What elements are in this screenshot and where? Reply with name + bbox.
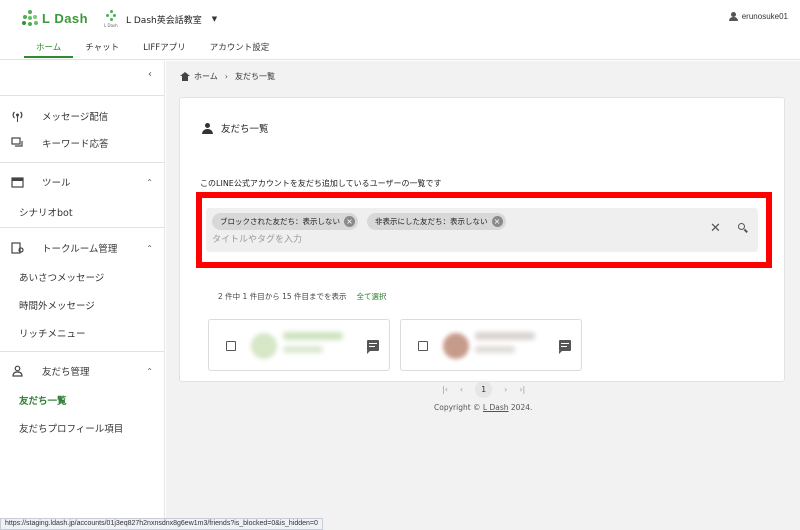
friend-card[interactable] [400, 319, 582, 371]
breadcrumb-current: 友だち一覧 [234, 72, 275, 81]
dropdown-caret-icon: ▼ [211, 15, 218, 23]
account-switcher[interactable]: L Dash L Dash英会話教室 ▼ [104, 10, 217, 28]
copyright-prefix: Copyright © [434, 403, 483, 412]
tab-chat[interactable]: チャット [73, 40, 131, 58]
chip-remove-icon[interactable]: × [344, 216, 355, 227]
chat-bubbles-icon [10, 137, 24, 149]
card-description: このLINE公式アカウントを友だち追加しているユーザーの一覧です [200, 179, 442, 188]
tab-liff[interactable]: LIFFアプリ [131, 40, 198, 58]
friend-card[interactable] [208, 319, 390, 371]
logo-mark-icon [22, 10, 38, 26]
friend-name-blurred [283, 332, 343, 340]
footer-copyright: Copyright © L Dash 2024. [434, 403, 532, 412]
toolbox-icon [10, 176, 24, 188]
home-icon [180, 72, 190, 81]
sidebar-item-label: 友だち管理 [42, 367, 90, 378]
sidebar-divider [0, 351, 165, 352]
collapse-sidebar-icon[interactable]: ‹ [148, 69, 152, 80]
filter-chip-blocked[interactable]: ブロックされた友だち：表示しない × [212, 213, 358, 230]
sidebar-subitem-offhours[interactable]: 時間外メッセージ [19, 298, 95, 312]
logo-text: L Dash [42, 10, 89, 26]
sidebar-divider [0, 227, 165, 228]
person-outline-icon [10, 365, 24, 377]
footer-link[interactable]: L Dash [483, 403, 509, 412]
username: erunosuke01 [741, 12, 788, 21]
friend-list-card: 友だち一覧 このLINE公式アカウントを友だち追加しているユーザーの一覧です ブ… [179, 97, 785, 398]
sidebar-subitem-friend-list[interactable]: 友だち一覧 [19, 393, 67, 407]
sidebar-item-label: キーワード応答 [42, 139, 109, 150]
breadcrumb: ホーム › 友だち一覧 [180, 71, 275, 82]
prev-page-icon[interactable]: ‹ [460, 385, 463, 394]
chat-icon[interactable] [367, 340, 379, 354]
friend-sub-blurred [475, 346, 515, 353]
top-nav-tabs: ホーム チャット LIFFアプリ アカウント設定 [24, 40, 281, 58]
friend-checkbox[interactable] [418, 341, 428, 351]
friend-name-blurred [475, 332, 535, 340]
account-name: L Dash英会話教室 [126, 15, 202, 26]
result-count-row: 2 件中 1 件目から 15 件目までを表示 全て選択 [218, 291, 387, 302]
sidebar-item-message[interactable]: メッセージ配信 [0, 106, 165, 126]
sidebar-item-label: トークルーム管理 [42, 244, 118, 255]
filter-chip-hidden[interactable]: 非表示にした友だち：表示しない × [367, 213, 506, 230]
sidebar: ‹ メッセージ配信 キーワード応答 ツール ⌃ シナリオbot トークルーム管理… [0, 61, 165, 530]
sidebar-item-friends[interactable]: 友だち管理 ⌃ [0, 361, 165, 381]
chevron-up-icon: ⌃ [146, 243, 153, 253]
sidebar-divider [0, 95, 165, 96]
search-input[interactable] [212, 233, 532, 247]
broadcast-icon [10, 110, 24, 122]
user-icon [728, 12, 738, 21]
first-page-icon[interactable]: |‹ [442, 385, 448, 394]
status-bar-url: https://staging.ldash.jp/accounts/01j3eq… [0, 518, 323, 530]
sidebar-item-keyword[interactable]: キーワード応答 [0, 133, 165, 153]
friend-checkbox[interactable] [226, 341, 236, 351]
result-count: 2 件中 1 件目から 15 件目までを表示 [218, 292, 347, 301]
search-icon[interactable] [736, 221, 750, 235]
sidebar-item-tools[interactable]: ツール ⌃ [0, 172, 165, 192]
next-page-icon[interactable]: › [504, 385, 507, 394]
person-icon [202, 122, 213, 134]
avatar [251, 333, 277, 359]
pagination: |‹ ‹ 1 › ›| [442, 381, 525, 398]
breadcrumb-separator-icon: › [224, 72, 228, 81]
tab-home[interactable]: ホーム [24, 40, 74, 58]
clear-icon[interactable]: ✕ [710, 221, 721, 236]
sidebar-subitem-greeting[interactable]: あいさつメッセージ [19, 270, 104, 284]
chip-label: 非表示にした友だち：表示しない [375, 217, 488, 226]
friend-sub-blurred [283, 346, 323, 353]
sidebar-subitem-friend-profile[interactable]: 友だちプロフィール項目 [19, 421, 123, 435]
ldash-logo[interactable]: L Dash [22, 10, 88, 26]
sidebar-item-label: メッセージ配信 [42, 112, 109, 123]
sidebar-item-label: ツール [42, 178, 71, 189]
search-field[interactable]: ブロックされた友だち：表示しない × 非表示にした友だち：表示しない × ✕ [206, 208, 758, 252]
sidebar-subitem-richmenu[interactable]: リッチメニュー [19, 326, 86, 340]
card-title: 友だち一覧 [202, 121, 269, 135]
chat-icon[interactable] [559, 340, 571, 354]
card-title-text: 友だち一覧 [221, 124, 269, 135]
chevron-up-icon: ⌃ [146, 177, 153, 187]
app-header: L Dash L Dash L Dash英会話教室 ▼ erunosuke01 … [0, 0, 800, 60]
select-all-link[interactable]: 全て選択 [357, 291, 387, 302]
sidebar-divider [0, 162, 165, 163]
tab-account-settings[interactable]: アカウント設定 [198, 40, 282, 58]
last-page-icon[interactable]: ›| [519, 385, 525, 394]
main-content: ホーム › 友だち一覧 友だち一覧 このLINE公式アカウントを友だち追加してい… [166, 61, 800, 530]
talkroom-settings-icon [10, 242, 24, 254]
breadcrumb-home[interactable]: ホーム [194, 71, 218, 82]
user-menu[interactable]: erunosuke01 [728, 12, 788, 21]
chip-remove-icon[interactable]: × [491, 216, 503, 227]
account-logo-icon: L Dash [104, 10, 120, 28]
avatar [443, 333, 469, 359]
copyright-suffix: 2024. [508, 403, 533, 412]
sidebar-item-talkroom[interactable]: トークルーム管理 ⌃ [0, 238, 165, 258]
sidebar-subitem-scenario[interactable]: シナリオbot [19, 205, 73, 219]
chip-label: ブロックされた友だち：表示しない [220, 217, 340, 226]
chevron-up-icon: ⌃ [146, 366, 153, 376]
page-number-current[interactable]: 1 [475, 381, 493, 398]
